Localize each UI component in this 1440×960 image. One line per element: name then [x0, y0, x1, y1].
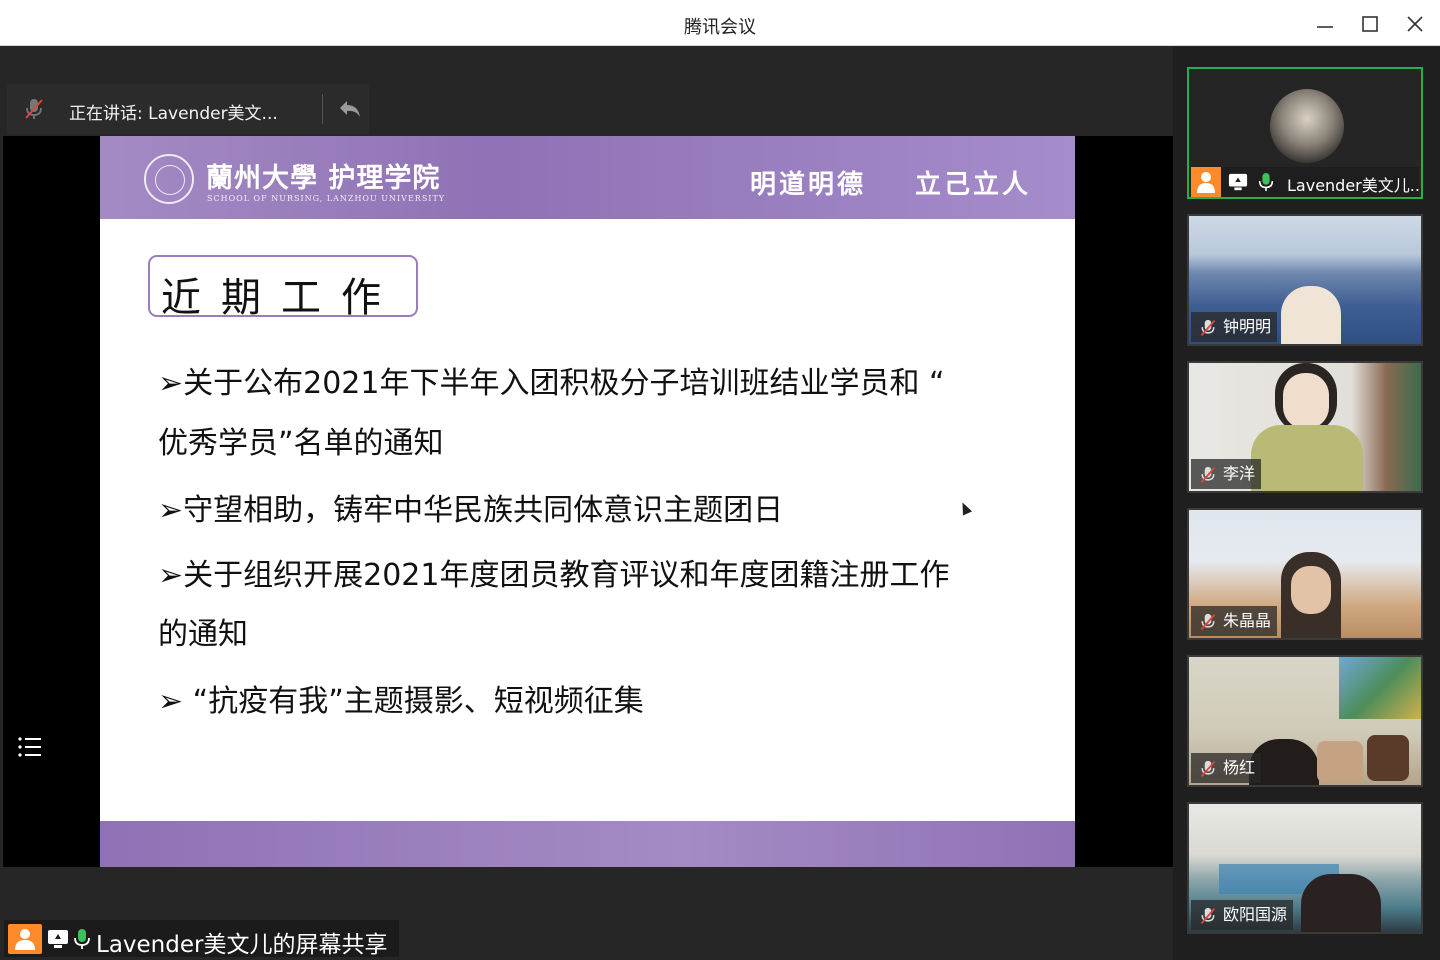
university-name: 蘭州大學 护理学院	[206, 163, 441, 194]
participant-name-bar: 杨红	[1191, 753, 1262, 783]
window-title: 腾讯会议	[684, 17, 756, 38]
bullet-line: ➢关于组织开展2021年度团员教育评议和年度团籍注册工作	[158, 558, 950, 593]
close-button[interactable]	[1400, 10, 1430, 38]
participant-video	[1281, 286, 1341, 344]
bag	[1317, 741, 1363, 783]
motto-right: 立己立人	[915, 170, 1032, 200]
close-icon	[1407, 16, 1423, 32]
bag	[1367, 735, 1409, 781]
mic-muted-icon	[1200, 466, 1216, 483]
maximize-button[interactable]	[1355, 10, 1385, 38]
mic-on-icon	[74, 929, 90, 949]
bullet-line: 优秀学员”名单的通知	[158, 426, 444, 461]
participant-head	[1301, 874, 1381, 932]
slide-header-band: 蘭州大學 护理学院 SCHOOL OF NURSING, LANZHOU UNI…	[100, 136, 1075, 219]
slide-title-box: 近期工作	[148, 255, 418, 321]
list-button[interactable]	[12, 728, 48, 766]
bullet-line: 的通知	[158, 617, 248, 652]
list-icon	[18, 737, 41, 757]
maximize-icon	[1362, 16, 1378, 32]
presentation-slide: 蘭州大學 护理学院 SCHOOL OF NURSING, LANZHOU UNI…	[100, 136, 1075, 867]
minimize-button[interactable]	[1310, 10, 1340, 38]
participant-tile[interactable]: 欧阳国源	[1187, 802, 1423, 934]
bullet-line: ➢ “抗疫有我”主题摄影、短视频征集	[158, 684, 644, 719]
avatar	[1270, 89, 1344, 163]
participant-name-bar: Lavender美文儿...	[1191, 167, 1421, 197]
screen-share-icon	[1228, 173, 1248, 191]
mic-muted-icon	[1200, 907, 1216, 924]
participant-name-bar: 李洋	[1191, 459, 1262, 489]
participant-video	[1339, 657, 1421, 719]
mic-muted-icon	[1200, 613, 1216, 630]
mic-muted-icon	[25, 99, 43, 119]
participant-name-bar: 钟明明	[1191, 312, 1278, 342]
minimize-icon	[1317, 26, 1333, 28]
participant-name-bar: 欧阳国源	[1191, 900, 1294, 930]
screen-share-text: Lavender美文儿的屏幕共享	[96, 932, 388, 958]
mic-on-icon	[1258, 173, 1274, 191]
slide-footer-band	[100, 821, 1075, 867]
mic-muted-icon	[1200, 760, 1216, 777]
host-icon	[15, 929, 35, 950]
participant-tile-active[interactable]: Lavender美文儿...	[1187, 67, 1423, 199]
mic-muted-icon	[1200, 319, 1216, 336]
participant-tile[interactable]: 李洋	[1187, 361, 1423, 493]
participant-name: 朱晶晶	[1223, 611, 1272, 630]
host-badge	[8, 924, 42, 954]
participant-tile[interactable]: 杨红	[1187, 655, 1423, 787]
speaking-text: 正在讲话: Lavender美文...	[69, 104, 278, 124]
divider	[322, 94, 323, 124]
title-bar: 腾讯会议	[0, 0, 1440, 46]
slide-title: 近期工作	[161, 275, 401, 321]
host-icon	[1197, 172, 1215, 193]
participant-name: 钟明明	[1223, 317, 1272, 336]
participant-name: 李洋	[1223, 464, 1256, 483]
participant-tile[interactable]: 钟明明	[1187, 214, 1423, 346]
screen-share-label: Lavender美文儿的屏幕共享	[4, 920, 399, 958]
university-english-name: SCHOOL OF NURSING, LANZHOU UNIVERSITY	[207, 194, 446, 203]
participant-body	[1251, 425, 1363, 491]
university-seal-icon	[144, 154, 194, 204]
undo-icon[interactable]	[337, 97, 363, 121]
host-badge	[1191, 167, 1221, 197]
participant-name: Lavender美文儿...	[1287, 176, 1423, 195]
participant-tile[interactable]: 朱晶晶	[1187, 508, 1423, 640]
participant-face	[1283, 373, 1329, 429]
motto-left: 明道明德	[750, 170, 867, 200]
screen-share-icon	[48, 930, 68, 948]
bullet-line: ➢关于公布2021年下半年入团积极分子培训班结业学员和 “	[158, 366, 945, 401]
participant-name: 欧阳国源	[1223, 905, 1288, 924]
bullet-line: ➢守望相助，铸牢中华民族共同体意识主题团日	[158, 493, 784, 528]
participant-name-bar: 朱晶晶	[1191, 606, 1278, 636]
speaking-indicator: 正在讲话: Lavender美文...	[7, 84, 369, 134]
participant-face	[1291, 566, 1331, 614]
participant-name: 杨红	[1223, 758, 1256, 777]
